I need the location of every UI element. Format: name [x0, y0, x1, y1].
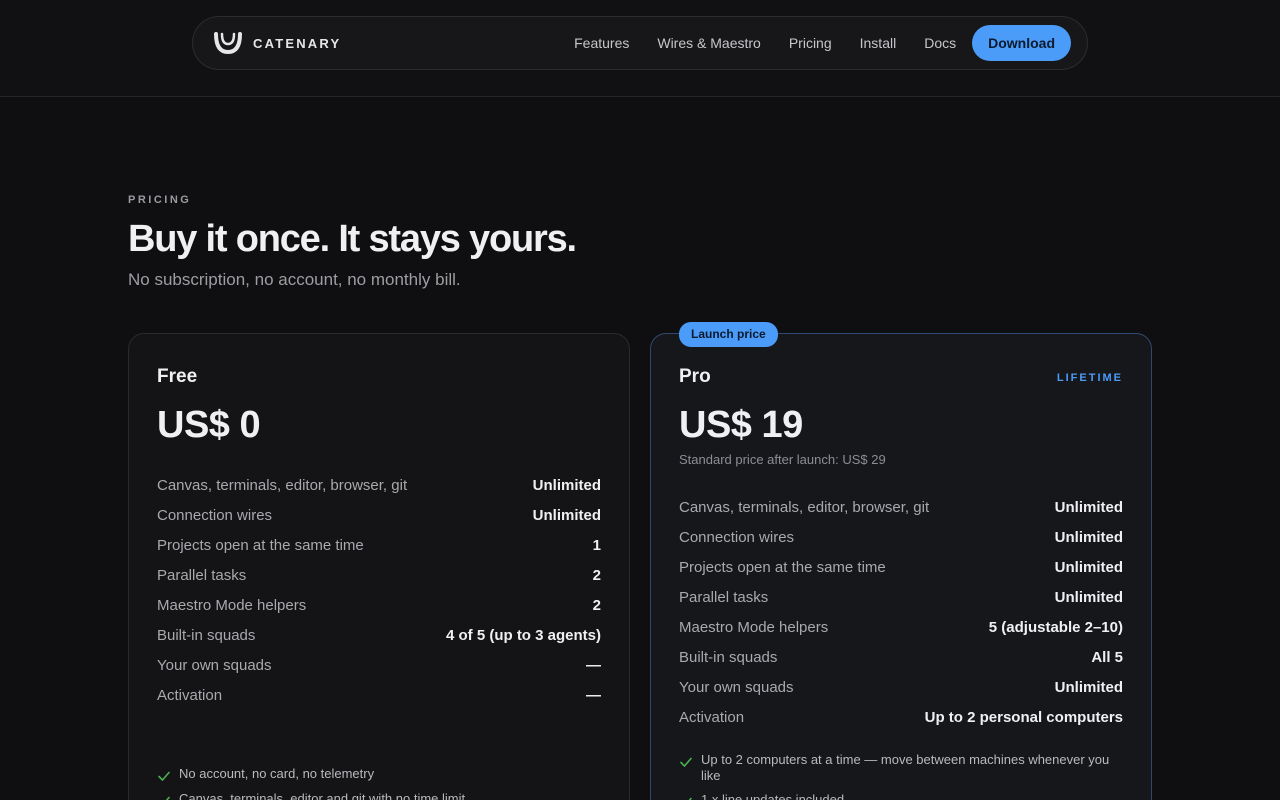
feature-value: Up to 2 personal computers — [924, 708, 1123, 726]
plan-name: Pro — [679, 366, 711, 387]
feature-row: Activation — — [157, 680, 601, 710]
nav-link-pricing[interactable]: Pricing — [789, 35, 832, 51]
feature-value: Unlimited — [1054, 678, 1123, 696]
benefit-item: Up to 2 computers at a time — move betwe… — [679, 752, 1123, 784]
feature-label: Parallel tasks — [157, 566, 247, 584]
benefit-text: No account, no card, no telemetry — [179, 766, 375, 781]
feature-value: — — [586, 656, 601, 674]
top-bar: CATENARY Features Wires & Maestro Pricin… — [0, 0, 1280, 97]
feature-row: Maestro Mode helpers 2 — [157, 590, 601, 620]
nav-link-features[interactable]: Features — [574, 35, 629, 51]
feature-row: Canvas, terminals, editor, browser, git U… — [157, 470, 601, 500]
feature-label: Connection wires — [679, 528, 795, 546]
benefit-item: Canvas, terminals, editor and git with n… — [157, 791, 601, 800]
plan-name: Free — [157, 366, 198, 387]
feature-value: Unlimited — [532, 506, 601, 524]
page-title: Buy it once. It stays yours. — [128, 218, 577, 260]
brand-name: CATENARY — [253, 35, 342, 51]
feature-row: Projects open at the same time Unlimited — [679, 552, 1123, 582]
feature-row: Your own squads Unlimited — [679, 672, 1123, 702]
free-plan-card: Free US$ 0 Canvas, terminals, editor, br… — [128, 333, 630, 800]
feature-table: Canvas, terminals, editor, browser, git U… — [679, 492, 1123, 732]
feature-value: All 5 — [1091, 648, 1123, 666]
page-subtitle: No subscription, no account, no monthly … — [128, 270, 461, 289]
nav-link-docs[interactable]: Docs — [924, 35, 956, 51]
benefit-text: 1.x line updates included — [701, 792, 845, 800]
nav-link-install[interactable]: Install — [860, 35, 897, 51]
feature-label: Built-in squads — [679, 648, 778, 666]
feature-label: Projects open at the same time — [157, 536, 364, 554]
feature-label: Activation — [679, 708, 745, 726]
feature-label: Your own squads — [157, 656, 272, 674]
pro-plan-card: Launch price Pro LIFETIME US$ 19 Standar… — [650, 322, 1152, 800]
feature-row: Built-in squads All 5 — [679, 642, 1123, 672]
feature-row: Connection wires Unlimited — [679, 522, 1123, 552]
nav-links: Features Wires & Maestro Pricing Install… — [574, 25, 1071, 61]
feature-value: — — [586, 686, 601, 704]
benefit-list: No account, no card, no telemetry Canvas… — [157, 766, 601, 800]
feature-value: 2 — [592, 566, 601, 584]
checkmark-icon — [165, 796, 170, 800]
feature-value: Unlimited — [532, 476, 601, 494]
checkmark-icon — [688, 797, 692, 800]
checkmark-icon — [158, 771, 170, 781]
feature-value: Unlimited — [1054, 588, 1123, 606]
benefit-list: Up to 2 computers at a time — move betwe… — [679, 752, 1123, 800]
feature-row: Parallel tasks 2 — [157, 560, 601, 590]
feature-row: Activation Up to 2 personal computers — [679, 702, 1123, 732]
feature-value: 5 (adjustable 2–10) — [988, 618, 1123, 636]
benefit-text: Up to 2 computers at a time — move betwe… — [701, 752, 1110, 783]
benefit-text: Canvas, terminals, editor and git with n… — [179, 791, 466, 800]
benefit-item: 1.x line updates included — [679, 792, 1123, 800]
feature-label: Canvas, terminals, editor, browser, git — [157, 476, 408, 494]
feature-row: Built-in squads 4 of 5 (up to 3 agents) — [157, 620, 601, 650]
launch-price-badge: Launch price — [679, 322, 778, 347]
feature-label: Canvas, terminals, editor, browser, git — [679, 498, 930, 516]
feature-value: 2 — [592, 596, 601, 614]
catenary-logo-icon — [214, 32, 242, 55]
feature-label: Parallel tasks — [679, 588, 769, 606]
section-eyebrow: PRICING — [128, 194, 192, 206]
feature-label: Activation — [157, 686, 223, 704]
download-button[interactable]: Download — [972, 25, 1071, 61]
plan-price: US$ 0 — [157, 404, 261, 446]
benefit-item: No account, no card, no telemetry — [157, 766, 601, 783]
feature-value: Unlimited — [1054, 528, 1123, 546]
feature-label: Maestro Mode helpers — [157, 596, 307, 614]
plan-tag: LIFETIME — [1056, 372, 1123, 384]
feature-row: Maestro Mode helpers 5 (adjustable 2–10) — [679, 612, 1123, 642]
feature-value: Unlimited — [1054, 558, 1123, 576]
feature-label: Your own squads — [679, 678, 794, 696]
feature-label: Built-in squads — [157, 626, 256, 644]
feature-row: Parallel tasks Unlimited — [679, 582, 1123, 612]
brand[interactable]: CATENARY — [213, 31, 341, 55]
feature-value: 4 of 5 (up to 3 agents) — [445, 626, 601, 644]
nav-link-wires-maestro[interactable]: Wires & Maestro — [657, 35, 760, 51]
plan-price: US$ 19 — [679, 404, 803, 446]
feature-label: Projects open at the same time — [679, 558, 886, 576]
feature-row: Canvas, terminals, editor, browser, git U… — [679, 492, 1123, 522]
feature-table: Canvas, terminals, editor, browser, git U… — [157, 470, 601, 710]
feature-value: Unlimited — [1054, 498, 1123, 516]
checkmark-icon — [680, 757, 692, 767]
feature-label: Maestro Mode helpers — [679, 618, 829, 636]
feature-row: Your own squads — — [157, 650, 601, 680]
feature-row: Connection wires Unlimited — [157, 500, 601, 530]
feature-label: Connection wires — [157, 506, 273, 524]
nav-bar: CATENARY Features Wires & Maestro Pricin… — [192, 16, 1088, 70]
feature-value: 1 — [592, 536, 601, 554]
price-note: Standard price after launch: US$ 29 — [679, 452, 886, 467]
feature-row: Projects open at the same time 1 — [157, 530, 601, 560]
